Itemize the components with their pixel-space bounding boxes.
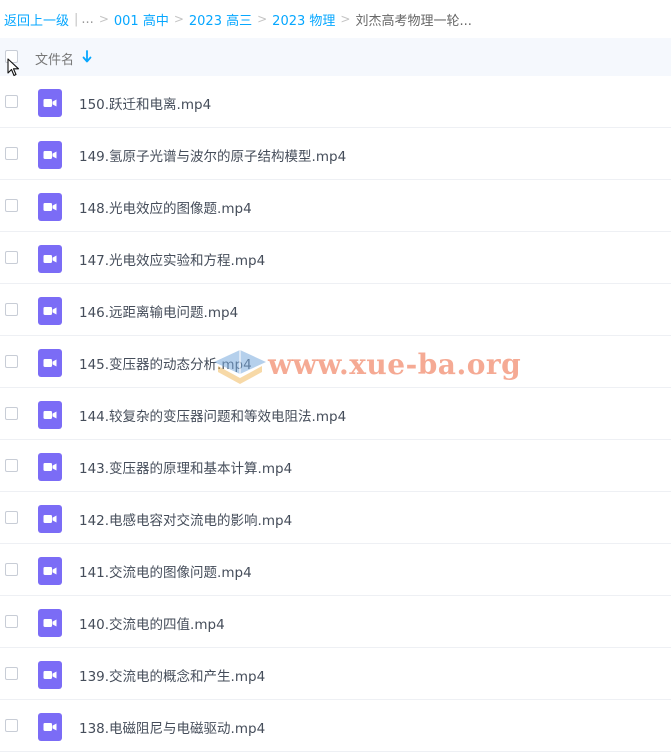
- breadcrumb: 返回上一级 | ... > 001 高中 > 2023 高三 > 2023 物理…: [0, 0, 671, 38]
- file-name[interactable]: 143.变压器的原理和基本计算.mp4: [79, 457, 292, 477]
- file-name[interactable]: 145.变压器的动态分析.mp4: [79, 353, 252, 373]
- video-file-icon: [38, 245, 62, 273]
- file-checkbox[interactable]: [5, 667, 18, 680]
- video-file-icon: [38, 453, 62, 481]
- filename-column-header[interactable]: 文件名: [35, 49, 74, 68]
- video-file-icon: [38, 609, 62, 637]
- file-name[interactable]: 139.交流电的概念和产生.mp4: [79, 665, 265, 685]
- video-file-icon: [38, 505, 62, 533]
- file-name[interactable]: 144.较复杂的变压器问题和等效电阻法.mp4: [79, 405, 346, 425]
- breadcrumb-current: 刘杰高考物理一轮...: [355, 13, 472, 29]
- file-checkbox[interactable]: [5, 407, 18, 420]
- file-row[interactable]: 148.光电效应的图像题.mp4: [0, 180, 671, 232]
- file-row[interactable]: 139.交流电的概念和产生.mp4: [0, 648, 671, 700]
- file-row[interactable]: 143.变压器的原理和基本计算.mp4: [0, 440, 671, 492]
- file-row[interactable]: 150.跃迁和电离.mp4: [0, 76, 671, 128]
- breadcrumb-divider: |: [74, 11, 79, 27]
- file-row[interactable]: 146.远距离输电问题.mp4: [0, 284, 671, 336]
- file-checkbox[interactable]: [5, 199, 18, 212]
- file-name[interactable]: 149.氢原子光谱与波尔的原子结构模型.mp4: [79, 145, 346, 165]
- video-file-icon: [38, 297, 62, 325]
- sort-down-icon[interactable]: [82, 50, 92, 64]
- video-file-icon: [38, 713, 62, 741]
- video-file-icon: [38, 401, 62, 429]
- back-link[interactable]: 返回上一级: [4, 10, 69, 29]
- file-checkbox[interactable]: [5, 355, 18, 368]
- video-file-icon: [38, 89, 62, 117]
- file-row[interactable]: 142.电感电容对交流电的影响.mp4: [0, 492, 671, 544]
- file-checkbox[interactable]: [5, 95, 18, 108]
- file-checkbox[interactable]: [5, 563, 18, 576]
- chevron-right-icon: >: [173, 12, 184, 26]
- file-checkbox[interactable]: [5, 251, 18, 264]
- file-name[interactable]: 138.电磁阻尼与电磁驱动.mp4: [79, 717, 265, 737]
- chevron-right-icon: >: [98, 12, 109, 26]
- file-row[interactable]: 149.氢原子光谱与波尔的原子结构模型.mp4: [0, 128, 671, 180]
- chevron-right-icon: >: [257, 12, 268, 26]
- file-checkbox[interactable]: [5, 147, 18, 160]
- file-checkbox[interactable]: [5, 511, 18, 524]
- file-list-header: 文件名: [0, 38, 671, 76]
- video-file-icon: [38, 661, 62, 689]
- video-file-icon: [38, 141, 62, 169]
- file-row[interactable]: 147.光电效应实验和方程.mp4: [0, 232, 671, 284]
- breadcrumb-item[interactable]: 2023 高三: [189, 10, 252, 29]
- file-checkbox[interactable]: [5, 303, 18, 316]
- file-name[interactable]: 147.光电效应实验和方程.mp4: [79, 249, 265, 269]
- chevron-right-icon: >: [340, 12, 351, 26]
- video-file-icon: [38, 193, 62, 221]
- file-row[interactable]: 140.交流电的四值.mp4: [0, 596, 671, 648]
- breadcrumb-item[interactable]: 2023 物理: [272, 10, 335, 29]
- file-name[interactable]: 150.跃迁和电离.mp4: [79, 93, 211, 113]
- file-row[interactable]: 144.较复杂的变压器问题和等效电阻法.mp4: [0, 388, 671, 440]
- mouse-cursor-icon: [7, 58, 20, 77]
- file-checkbox[interactable]: [5, 719, 18, 732]
- breadcrumb-item[interactable]: 001 高中: [114, 10, 169, 29]
- file-checkbox[interactable]: [5, 615, 18, 628]
- file-name[interactable]: 140.交流电的四值.mp4: [79, 613, 225, 633]
- file-row[interactable]: 141.交流电的图像问题.mp4: [0, 544, 671, 596]
- video-file-icon: [38, 557, 62, 585]
- breadcrumb-ellipsis[interactable]: ...: [81, 12, 93, 27]
- file-checkbox[interactable]: [5, 459, 18, 472]
- file-name[interactable]: 148.光电效应的图像题.mp4: [79, 197, 252, 217]
- file-name[interactable]: 142.电感电容对交流电的影响.mp4: [79, 509, 292, 529]
- video-file-icon: [38, 349, 62, 377]
- file-row[interactable]: 145.变压器的动态分析.mp4: [0, 336, 671, 388]
- file-list: 150.跃迁和电离.mp4 149.氢原子光谱与波尔的原子结构模型.mp4 148.…: [0, 76, 671, 752]
- file-name[interactable]: 146.远距离输电问题.mp4: [79, 301, 238, 321]
- file-row[interactable]: 138.电磁阻尼与电磁驱动.mp4: [0, 700, 671, 752]
- file-name[interactable]: 141.交流电的图像问题.mp4: [79, 561, 252, 581]
